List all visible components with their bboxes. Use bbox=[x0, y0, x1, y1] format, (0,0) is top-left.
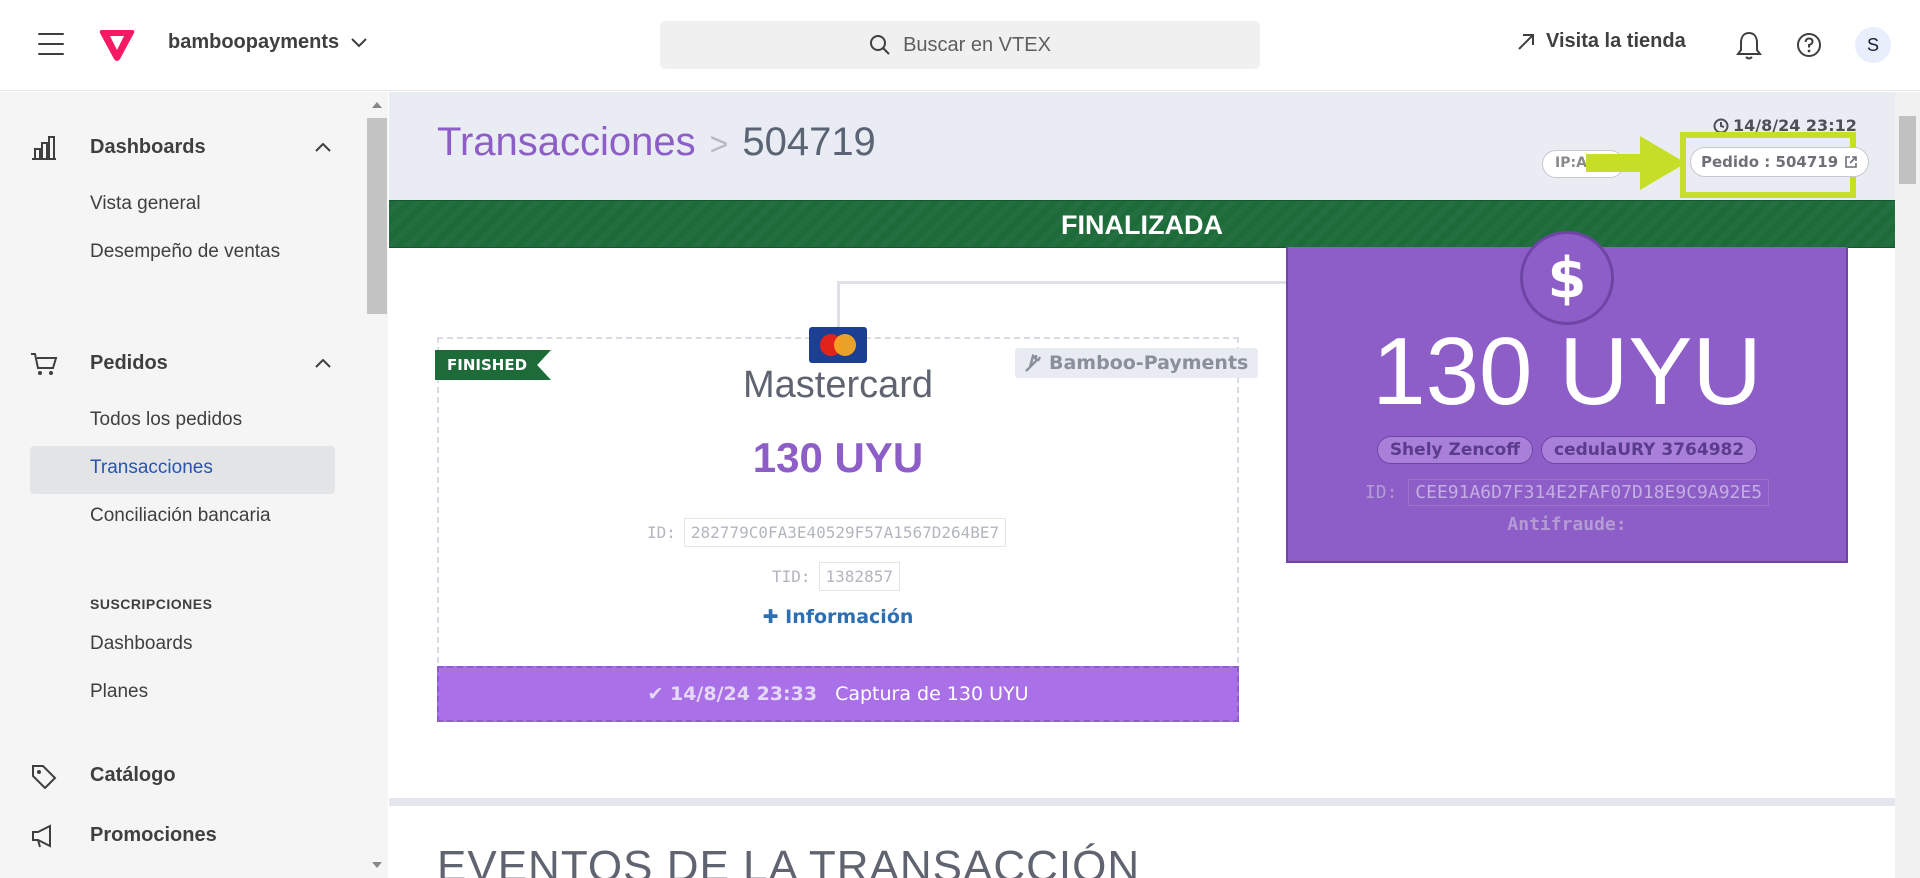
sidebar-item-planes[interactable]: Planes bbox=[30, 670, 335, 714]
sidebar-item-sub-dashboards[interactable]: Dashboards bbox=[30, 622, 335, 666]
visit-store-link[interactable]: Visita la tienda bbox=[1516, 30, 1686, 53]
sidebar-item-desempeno-ventas[interactable]: Desempeño de ventas bbox=[30, 230, 335, 274]
account-switcher[interactable]: bamboopayments bbox=[168, 31, 367, 54]
payment-method: Mastercard bbox=[742, 364, 934, 406]
breadcrumb: Transacciones >504719 bbox=[437, 120, 876, 165]
scrollbar-thumb[interactable] bbox=[367, 118, 387, 314]
chevron-up-icon bbox=[315, 358, 331, 368]
payment-tid-value: 1382857 bbox=[818, 562, 900, 591]
external-arrow-icon bbox=[1518, 33, 1534, 50]
payment-tid-label: TID: bbox=[772, 567, 811, 586]
payment-id: ID: 282779C0FA3E40529F57A1567D264BE7 bbox=[647, 518, 1007, 547]
sidebar-item-conciliacion-bancaria[interactable]: Conciliación bancaria bbox=[30, 494, 335, 538]
connector-line bbox=[837, 281, 840, 333]
dollar-icon: $ bbox=[1520, 231, 1614, 325]
summary-id: ID: CEE91A6D7F314E2FAF07D18E9C9A92E5 bbox=[1286, 479, 1848, 506]
sidebar-section-catalogo[interactable]: Catálogo bbox=[0, 752, 366, 800]
cart-icon bbox=[31, 353, 58, 375]
highlight-arrow-icon bbox=[1586, 136, 1686, 190]
bar-chart-icon bbox=[32, 136, 56, 160]
summary-id-value: CEE91A6D7F314E2FAF07D18E9C9A92E5 bbox=[1408, 479, 1770, 506]
scroll-down-arrow[interactable] bbox=[372, 862, 382, 868]
sidebar-item-transacciones[interactable]: Transacciones bbox=[30, 446, 335, 494]
payment-id-value: 282779C0FA3E40529F57A1567D264BE7 bbox=[683, 518, 1007, 547]
search-placeholder: Buscar en VTEX bbox=[903, 33, 1051, 56]
vtex-logo bbox=[99, 30, 135, 61]
breadcrumb-current: 504719 bbox=[742, 120, 876, 164]
external-link-icon bbox=[1845, 156, 1857, 168]
payment-amount: 130 UYU bbox=[752, 434, 924, 481]
tag-icon bbox=[32, 765, 57, 789]
events-heading: EVENTOS DE LA TRANSACCIÓN bbox=[437, 842, 1141, 878]
main-content: Transacciones >504719 14/8/24 23:12 IP:Ac… bbox=[389, 92, 1895, 878]
antifraud-row: Antifraude: bbox=[1507, 514, 1627, 535]
search-icon bbox=[870, 35, 890, 55]
sidebar-section-label: Dashboards bbox=[90, 136, 206, 158]
connector-line bbox=[837, 281, 1287, 284]
chevron-down-icon bbox=[351, 38, 367, 48]
capture-text: Captura de 130 UYU bbox=[835, 683, 1029, 705]
scroll-up-arrow[interactable] bbox=[372, 102, 382, 108]
status-banner: FINALIZADA bbox=[389, 200, 1895, 248]
capture-time: ✔ 14/8/24 23:33 bbox=[647, 683, 817, 705]
sidebar-subheading: SUSCRIPCIONES bbox=[90, 596, 213, 612]
sidebar-section-label: Promociones bbox=[90, 824, 217, 846]
sidebar-item-vista-general[interactable]: Vista general bbox=[30, 182, 335, 226]
account-name: bamboopayments bbox=[168, 31, 340, 53]
events-section: EVENTOS DE LA TRANSACCIÓN bbox=[389, 798, 1895, 878]
payment-tid: TID: 1382857 bbox=[772, 562, 900, 591]
menu-icon[interactable] bbox=[38, 33, 64, 55]
summary-total: 130 UYU bbox=[1372, 318, 1762, 425]
visit-store-label: Visita la tienda bbox=[1546, 30, 1686, 52]
plus-icon: ✚ bbox=[762, 606, 786, 628]
search-bar[interactable]: Buscar en VTEX bbox=[660, 21, 1260, 69]
order-link-label: Pedido : 504719 bbox=[1701, 153, 1839, 171]
more-info-link[interactable]: ✚ Información bbox=[437, 606, 1239, 628]
chevron-up-icon bbox=[315, 142, 331, 152]
sidebar-section-dashboards[interactable]: Dashboards bbox=[0, 124, 366, 172]
sidebar-scrollbar[interactable] bbox=[366, 92, 388, 878]
summary-tags: Shely Zencoff cedulaURY 3764982 bbox=[1286, 436, 1848, 464]
status-text: FINALIZADA bbox=[1061, 210, 1223, 240]
document-tag: cedulaURY 3764982 bbox=[1541, 436, 1758, 464]
capture-time-text: 14/8/24 23:33 bbox=[669, 683, 818, 705]
check-icon: ✔ bbox=[647, 683, 670, 705]
breadcrumb-separator: > bbox=[709, 126, 729, 162]
sidebar-section-label: Pedidos bbox=[90, 352, 168, 374]
main-scrollbar[interactable] bbox=[1895, 92, 1920, 878]
bell-icon[interactable] bbox=[1736, 30, 1762, 60]
payment-id-label: ID: bbox=[647, 523, 676, 542]
megaphone-icon bbox=[32, 824, 51, 848]
more-info-label: Información bbox=[785, 606, 914, 628]
mastercard-logo bbox=[809, 327, 867, 363]
sidebar-section-pedidos[interactable]: Pedidos bbox=[0, 340, 366, 388]
avatar[interactable]: S bbox=[1855, 27, 1891, 63]
top-bar: bamboopayments Buscar en VTEX Visita la … bbox=[0, 0, 1920, 91]
breadcrumb-transacciones[interactable]: Transacciones bbox=[437, 120, 696, 164]
sidebar-item-todos-pedidos[interactable]: Todos los pedidos bbox=[30, 398, 335, 442]
buyer-tag: Shely Zencoff bbox=[1376, 436, 1534, 464]
sidebar-section-promociones[interactable]: Promociones bbox=[0, 812, 366, 860]
scrollbar-thumb[interactable] bbox=[1899, 116, 1916, 184]
order-link[interactable]: Pedido : 504719 bbox=[1690, 147, 1870, 177]
summary-id-label: ID: bbox=[1364, 482, 1398, 503]
sidebar-section-label: Catálogo bbox=[90, 764, 176, 786]
sidebar: Dashboards Vista general Desempeño de ve… bbox=[0, 92, 366, 878]
capture-bar: ✔ 14/8/24 23:33 Captura de 130 UYU bbox=[437, 666, 1239, 722]
help-icon[interactable] bbox=[1796, 32, 1822, 58]
